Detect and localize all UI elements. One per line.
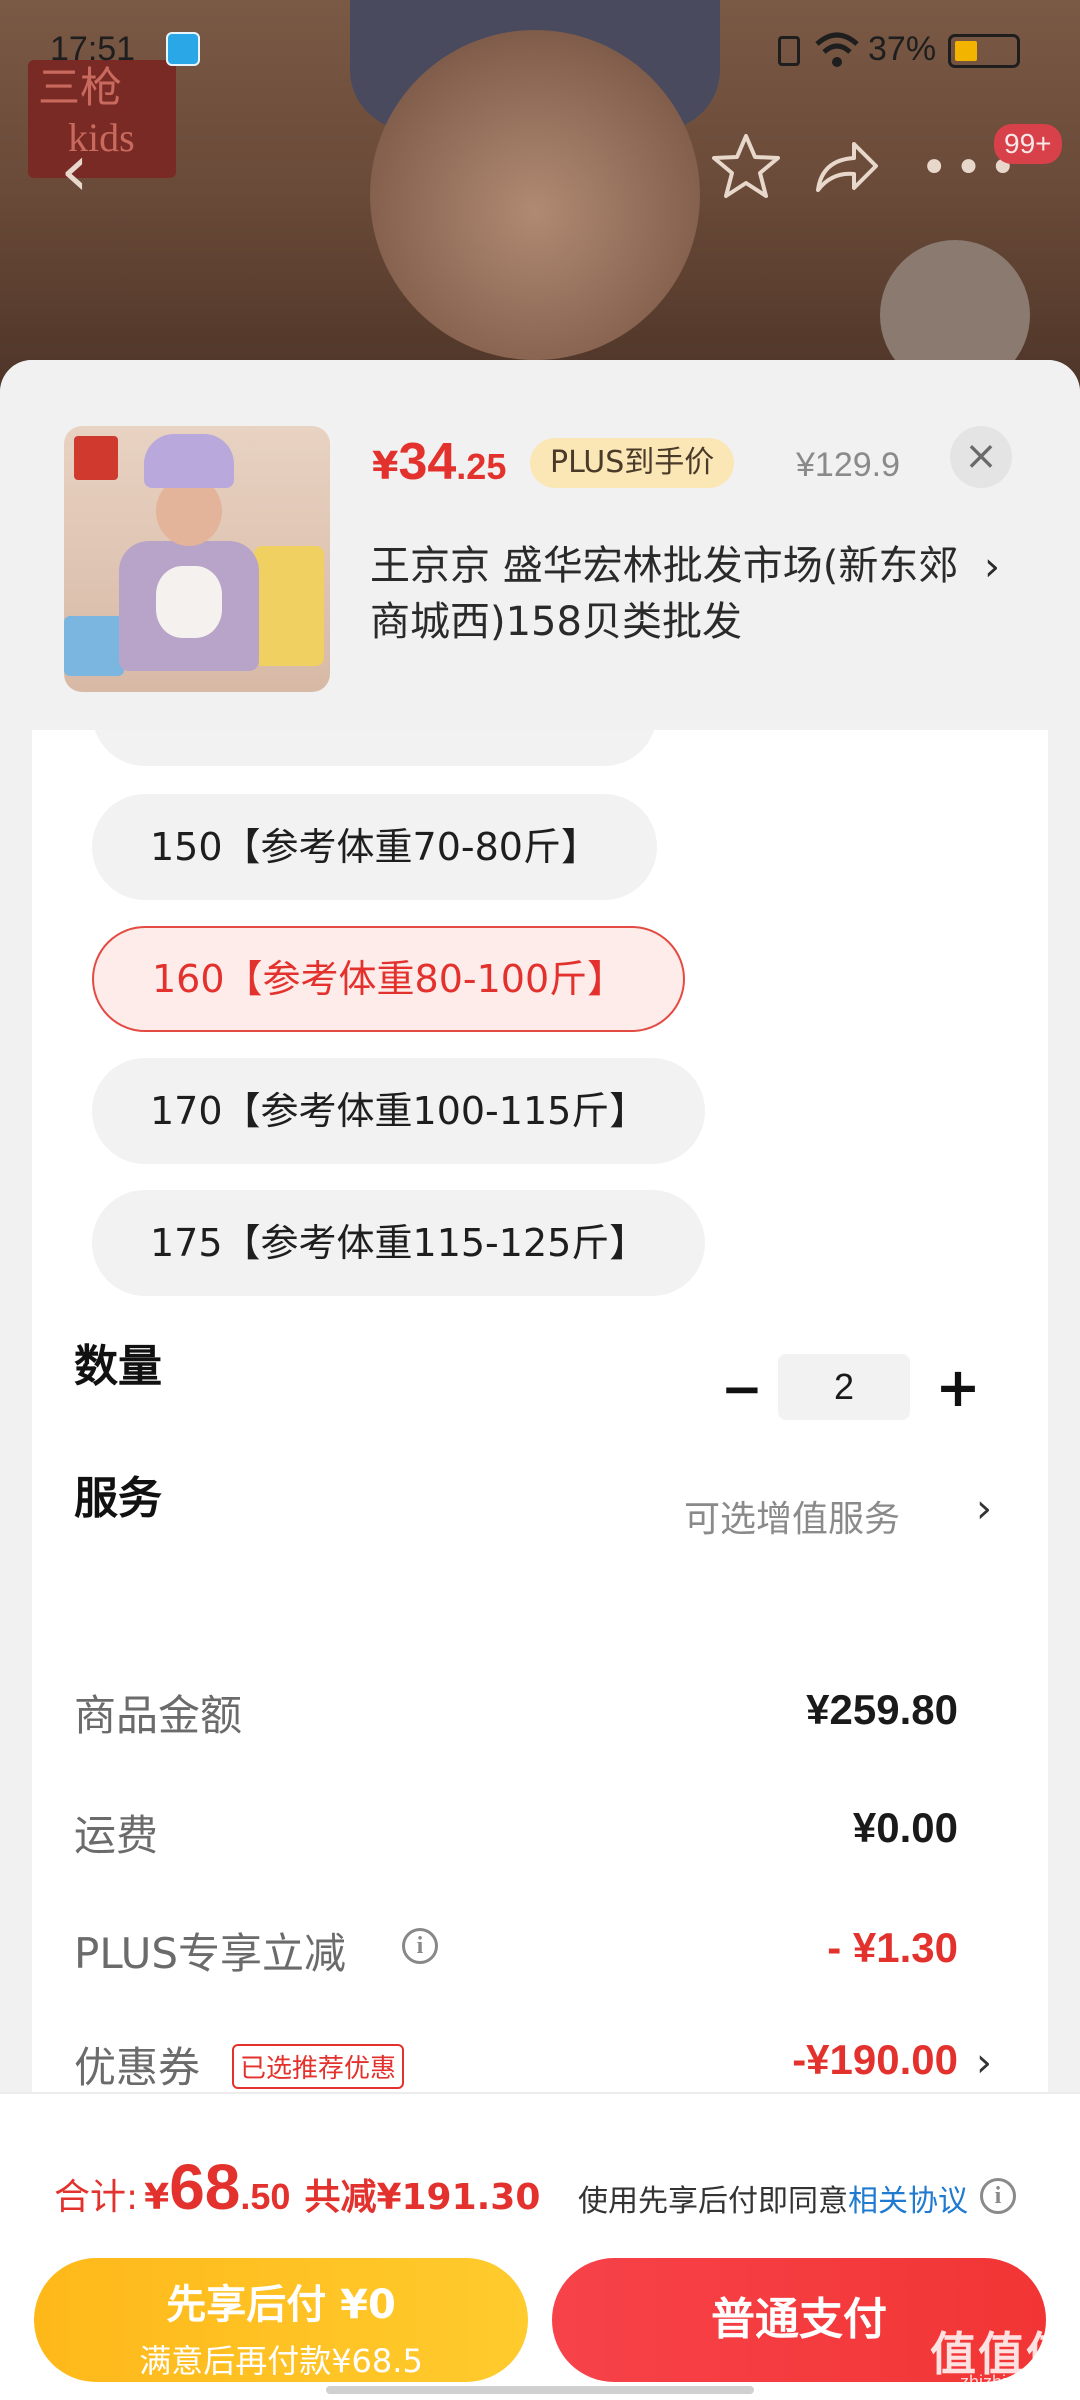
thumb-hat-shape [144, 434, 234, 488]
quantity-increase-button[interactable]: + [928, 1356, 988, 1419]
plus-discount-value: - ¥1.30 [827, 1924, 958, 1971]
info-icon[interactable]: i [402, 1928, 438, 1964]
price-currency: ¥ [372, 444, 399, 488]
back-icon[interactable]: ‹ [60, 134, 100, 206]
close-button[interactable]: × [950, 426, 1012, 488]
thumb-duck-print-shape [156, 566, 222, 638]
order-total: 合计: ¥ 68 .50 共减¥191.30 [54, 2150, 540, 2224]
goods-amount-label: 商品金额 [74, 1691, 243, 1740]
original-price: ¥129.9 [796, 446, 900, 484]
agreement-text: 使用先享后付即同意相关协议 [578, 2176, 968, 2220]
total-decimal: .50 [240, 2176, 291, 2217]
status-time: 17:51 [50, 30, 136, 68]
home-indicator[interactable] [326, 2386, 754, 2394]
price-integer: 34 [398, 433, 457, 491]
agreement-link[interactable]: 相关协议 [848, 2184, 968, 2219]
service-option-value[interactable]: 可选增值服务 [684, 1490, 900, 1542]
pay-later-subtitle: 满意后再付款¥68.5 [139, 2342, 423, 2380]
goods-amount-value: ¥259.80 [806, 1686, 958, 1733]
battery-icon [948, 34, 1020, 68]
chevron-right-icon[interactable]: › [984, 544, 1000, 590]
battery-percent: 37% [868, 30, 937, 68]
favorite-star-icon[interactable] [710, 130, 782, 202]
size-option[interactable]: 175【参考体重115-125斤】 [92, 1190, 706, 1296]
thumb-brand-logo [74, 436, 118, 480]
coupon-recommend-tag: 已选推荐优惠 [232, 2044, 405, 2089]
wifi-icon [815, 32, 859, 67]
total-integer: 68 [169, 2151, 241, 2223]
checkout-footer: 合计: ¥ 68 .50 共减¥191.30 使用先享后付即同意相关协议 i 先… [0, 2092, 1080, 2400]
agreement-prefix: 使用先享后付即同意 [578, 2184, 848, 2219]
thumb-toys-shape [254, 546, 324, 666]
shipping-value: ¥0.00 [852, 1804, 958, 1851]
total-saved: 共减¥191.30 [304, 2177, 541, 2218]
product-price: ¥ 34 .25 [372, 432, 506, 502]
product-header: ¥ 34 .25 PLUS到手价 ¥129.9 × 王京京 盛华宏林批发市场(新… [0, 360, 1080, 730]
total-label: 合计: [54, 2177, 139, 2218]
product-thumbnail [64, 426, 330, 692]
plus-discount-label: PLUS专享立减 [74, 1929, 347, 1978]
sim-icon [778, 36, 800, 66]
total-currency: ¥ [144, 2177, 170, 2218]
size-option-selected[interactable]: 160【参考体重80-100斤】 [92, 926, 686, 1032]
plus-price-tag: PLUS到手价 [530, 438, 735, 488]
quantity-label: 数量 [74, 1341, 162, 1392]
coupon-value[interactable]: -¥190.00 [792, 2036, 958, 2084]
watermark-url: zhizhizhi.com [960, 2372, 1069, 2392]
share-icon[interactable] [810, 130, 882, 202]
pay-later-button[interactable]: 先享后付 ¥0 满意后再付款¥68.5 [34, 2258, 528, 2382]
app-notification-icon [166, 32, 200, 66]
service-label: 服务 [74, 1473, 162, 1524]
shipping-label: 运费 [74, 1811, 159, 1860]
chevron-right-icon[interactable]: › [976, 2040, 992, 2086]
price-summary-card: 商品金额 ¥259.80 运费 ¥0.00 PLUS专享立减 i - ¥1.30… [32, 1630, 1048, 2150]
size-option[interactable]: 150【参考体重70-80斤】 [92, 794, 657, 900]
size-option[interactable]: 170【参考体重100-115斤】 [92, 1058, 706, 1164]
chevron-right-icon[interactable]: › [976, 1486, 992, 1532]
pay-later-title: 先享后付 ¥0 [166, 2282, 396, 2328]
info-icon[interactable]: i [980, 2178, 1016, 2214]
status-bar: 17:51 37% [0, 0, 1080, 100]
delivery-address[interactable]: 王京京 盛华宏林批发市场(新东郊商城西)158贝类批发 [370, 538, 970, 650]
coupon-label: 优惠券 [74, 2043, 201, 2092]
message-count-badge: 99+ [994, 124, 1062, 164]
quantity-decrease-button[interactable]: − [712, 1360, 772, 1418]
quantity-input[interactable]: 2 [778, 1354, 910, 1420]
thumb-boxes-shape [64, 616, 124, 676]
options-card: 140【参考体重60-70斤】 150【参考体重70-80斤】 160【参考体重… [32, 660, 1048, 1730]
price-decimal: .25 [456, 446, 507, 487]
